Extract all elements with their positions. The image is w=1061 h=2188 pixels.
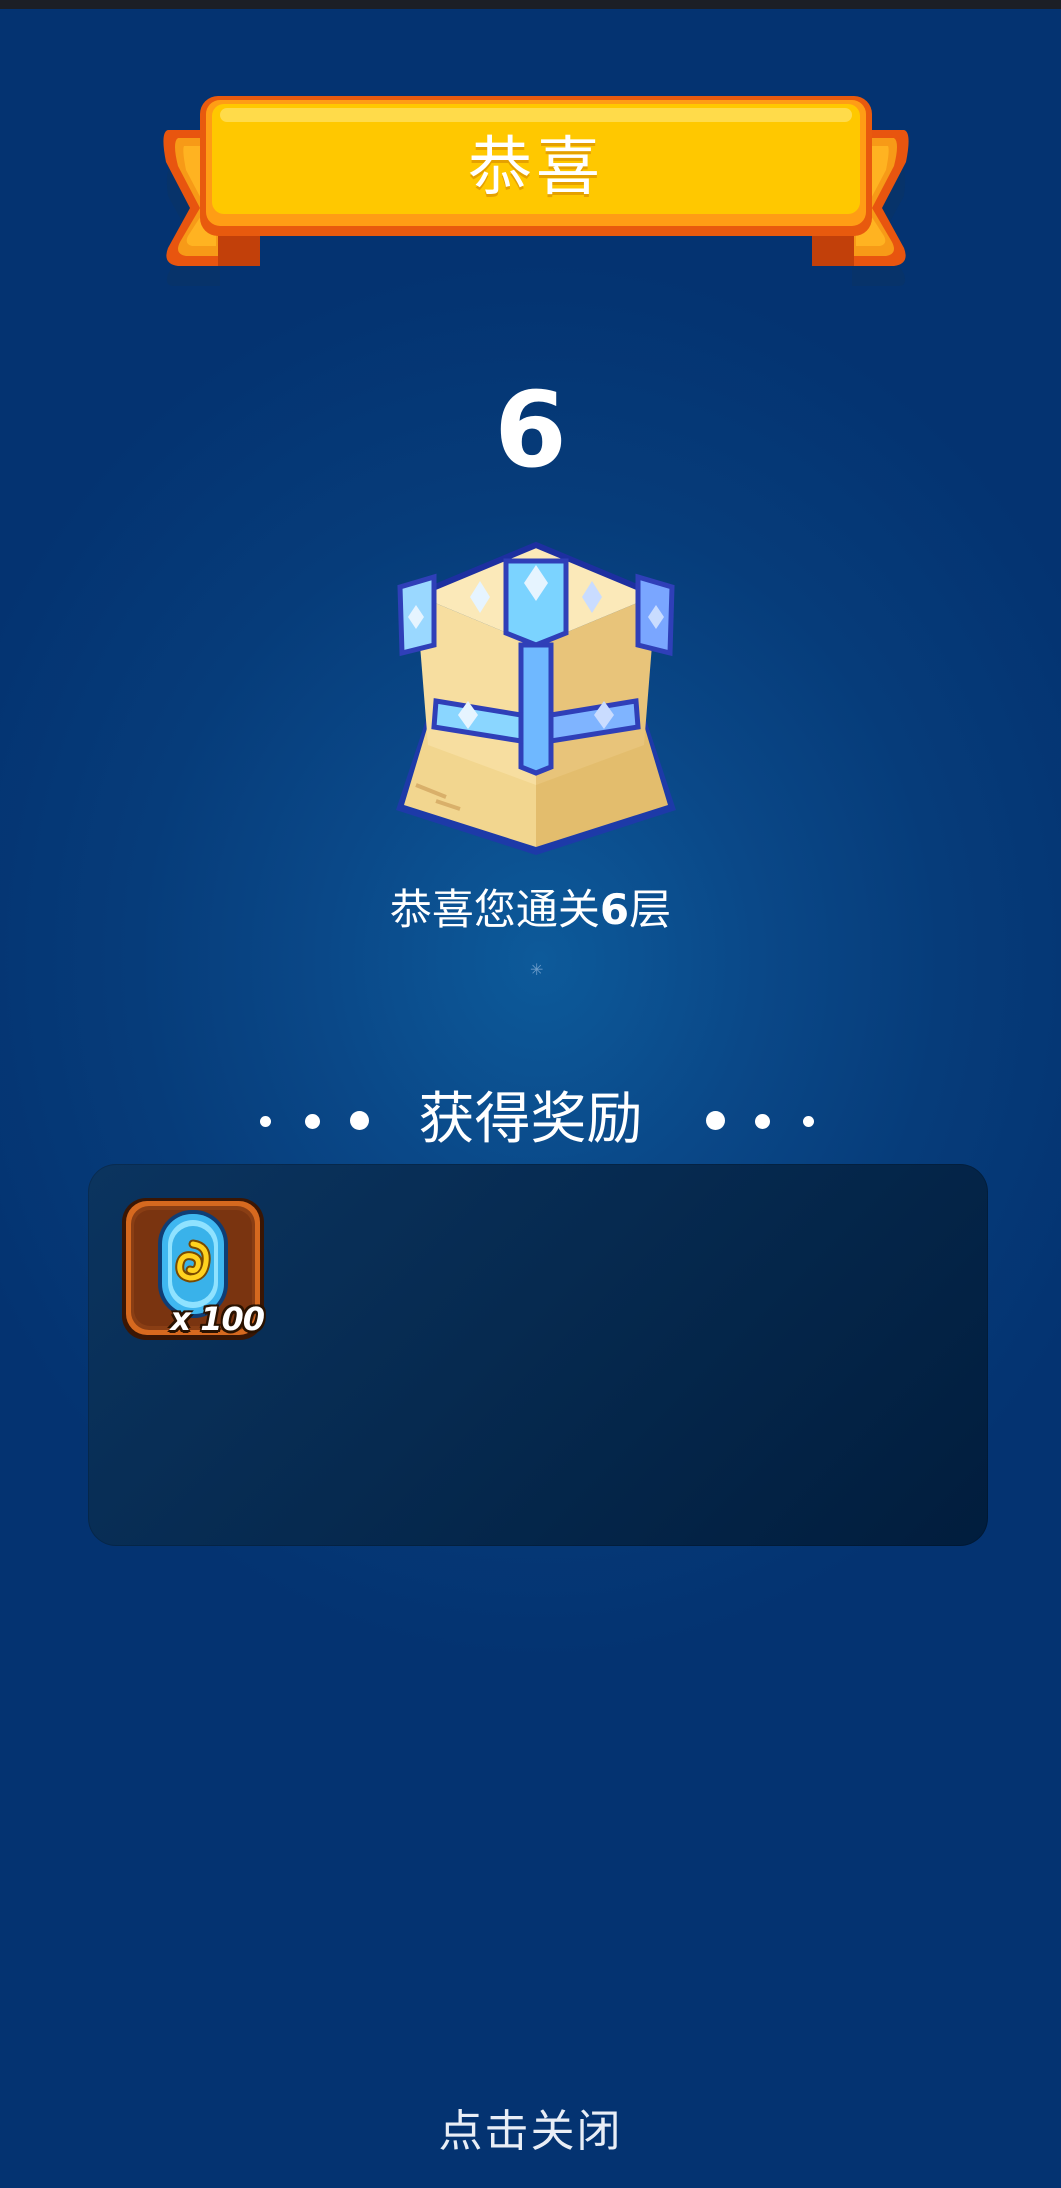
status-bar [0, 0, 1061, 9]
banner-title: 恭喜 [468, 131, 604, 205]
reward-item[interactable]: x 100 [120, 1196, 266, 1342]
tower-icon [396, 541, 676, 855]
reward-quantity: x 100 [170, 1300, 265, 1338]
decor-dot [755, 1114, 770, 1129]
title-banner: 恭喜 [160, 96, 912, 296]
congrats-number: 6 [599, 885, 630, 934]
congrats-message: 恭喜您通关6层 [0, 880, 1061, 940]
rewards-title: 获得奖励 [418, 1087, 643, 1152]
congrats-prefix: 恭喜您通关 [389, 885, 600, 934]
decor-dot [803, 1116, 814, 1127]
reward-panel: x 100 [88, 1164, 988, 1546]
rewards-header: 获得奖励 [0, 1085, 1061, 1155]
tap-to-close[interactable]: 点击关闭 [0, 2100, 1061, 2164]
decor-dot [706, 1111, 725, 1130]
sparkle-icon: ✳ [530, 960, 544, 979]
congrats-suffix: 层 [629, 885, 672, 934]
level-number: 6 [494, 369, 567, 491]
